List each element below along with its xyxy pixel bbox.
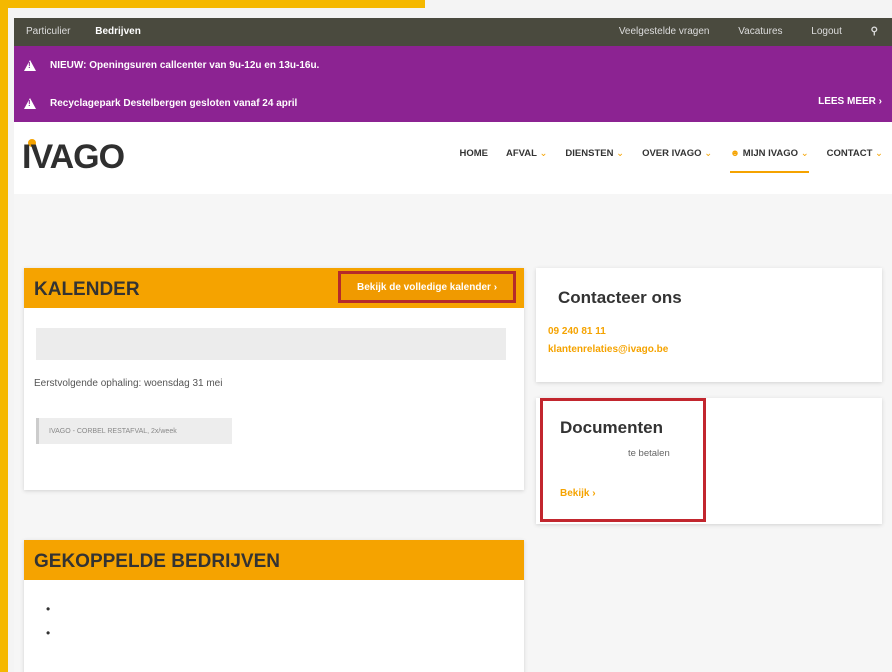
site-header: IVAGO HOME AFVAL ⌄ DIENSTEN ⌄ OVER IVAGO… bbox=[14, 122, 892, 194]
gekoppelde-header: GEKOPPELDE BEDRIJVEN bbox=[24, 540, 524, 580]
gekoppelde-card: GEKOPPELDE BEDRIJVEN • • bbox=[24, 540, 524, 672]
nav-mijn-ivago[interactable]: ☻ MIJN IVAGO ⌄ bbox=[730, 148, 809, 173]
contact-email[interactable]: klantenrelaties@ivago.be bbox=[548, 344, 668, 355]
nav-over-ivago[interactable]: OVER IVAGO ⌄ bbox=[642, 148, 712, 173]
nav-label: AFVAL bbox=[506, 148, 537, 159]
alert-item[interactable]: NIEUW: Openingsuren callcenter van 9u-12… bbox=[24, 56, 319, 74]
address-text: IVAGO - CORBEL RESTAFVAL, 2x/week bbox=[49, 427, 177, 435]
frame-top-accent bbox=[0, 0, 425, 8]
top-utility-bar: Particulier Bedrijven Veelgestelde vrage… bbox=[14, 18, 892, 46]
nav-label: OVER IVAGO bbox=[642, 148, 702, 159]
documenten-subtitle: te betalen bbox=[628, 448, 670, 459]
alert-banner: NIEUW: Openingsuren callcenter van 9u-12… bbox=[14, 46, 892, 122]
documenten-title: Documenten bbox=[560, 418, 663, 437]
topbar-vacatures[interactable]: Vacatures bbox=[738, 26, 782, 37]
contact-card: Contacteer ons 09 240 81 11 klantenrelat… bbox=[536, 268, 882, 382]
list-item: • bbox=[46, 602, 51, 616]
nav-contact[interactable]: CONTACT ⌄ bbox=[827, 148, 883, 173]
nav-label: HOME bbox=[459, 148, 489, 159]
contact-phone[interactable]: 09 240 81 11 bbox=[548, 326, 606, 337]
kalender-card: KALENDER Bekijk de volledige kalender › … bbox=[24, 268, 524, 490]
kalender-header: KALENDER Bekijk de volledige kalender › bbox=[24, 268, 524, 308]
topbar-faq[interactable]: Veelgestelde vragen bbox=[619, 26, 710, 37]
calendar-placeholder bbox=[36, 328, 506, 360]
warning-icon bbox=[24, 59, 36, 71]
chevron-down-icon: ⌄ bbox=[875, 148, 883, 159]
chevron-down-icon: ⌄ bbox=[800, 148, 809, 159]
gekoppelde-title: GEKOPPELDE BEDRIJVEN bbox=[34, 551, 280, 572]
lees-meer-link[interactable]: LEES MEER › bbox=[818, 96, 882, 107]
nav-label: CONTACT bbox=[826, 148, 873, 159]
nav-afval[interactable]: AFVAL ⌄ bbox=[506, 148, 547, 173]
alert-item[interactable]: Recyclagepark Destelbergen gesloten vana… bbox=[24, 94, 297, 112]
address-pill[interactable]: IVAGO - CORBEL RESTAFVAL, 2x/week bbox=[36, 418, 232, 444]
nav-home[interactable]: HOME bbox=[460, 148, 489, 173]
topbar-logout[interactable]: Logout bbox=[811, 26, 842, 37]
chevron-down-icon: ⌄ bbox=[539, 148, 548, 159]
frame-left-accent bbox=[0, 0, 8, 672]
chevron-down-icon: ⌄ bbox=[704, 148, 713, 159]
warning-icon bbox=[24, 97, 36, 109]
documenten-highlight bbox=[540, 398, 706, 522]
topbar-particulier[interactable]: Particulier bbox=[26, 26, 70, 37]
page: Particulier Bedrijven Veelgestelde vrage… bbox=[14, 18, 892, 672]
nav-diensten[interactable]: DIENSTEN ⌄ bbox=[565, 148, 624, 173]
main-nav: HOME AFVAL ⌄ DIENSTEN ⌄ OVER IVAGO ⌄ ☻ M… bbox=[451, 148, 892, 173]
kalender-title: KALENDER bbox=[34, 279, 140, 300]
chevron-down-icon: ⌄ bbox=[616, 148, 625, 159]
documenten-link[interactable]: Bekijk › bbox=[560, 488, 596, 499]
contact-title: Contacteer ons bbox=[558, 288, 682, 307]
nav-label: MIJN IVAGO bbox=[742, 148, 799, 159]
nav-label: DIENSTEN bbox=[565, 148, 614, 159]
ivago-logo[interactable]: IVAGO bbox=[22, 138, 125, 177]
search-icon[interactable]: ⚲ bbox=[871, 26, 878, 37]
full-calendar-link[interactable]: Bekijk de volledige kalender › bbox=[338, 271, 516, 303]
alert-text: NIEUW: Openingsuren callcenter van 9u-12… bbox=[50, 59, 320, 71]
alert-text: Recyclagepark Destelbergen gesloten vana… bbox=[50, 97, 298, 109]
list-item: • bbox=[46, 626, 51, 640]
topbar-bedrijven[interactable]: Bedrijven bbox=[95, 26, 141, 37]
next-pickup-text: Eerstvolgende ophaling: woensdag 31 mei bbox=[34, 378, 223, 389]
user-icon: ☻ bbox=[730, 148, 741, 159]
